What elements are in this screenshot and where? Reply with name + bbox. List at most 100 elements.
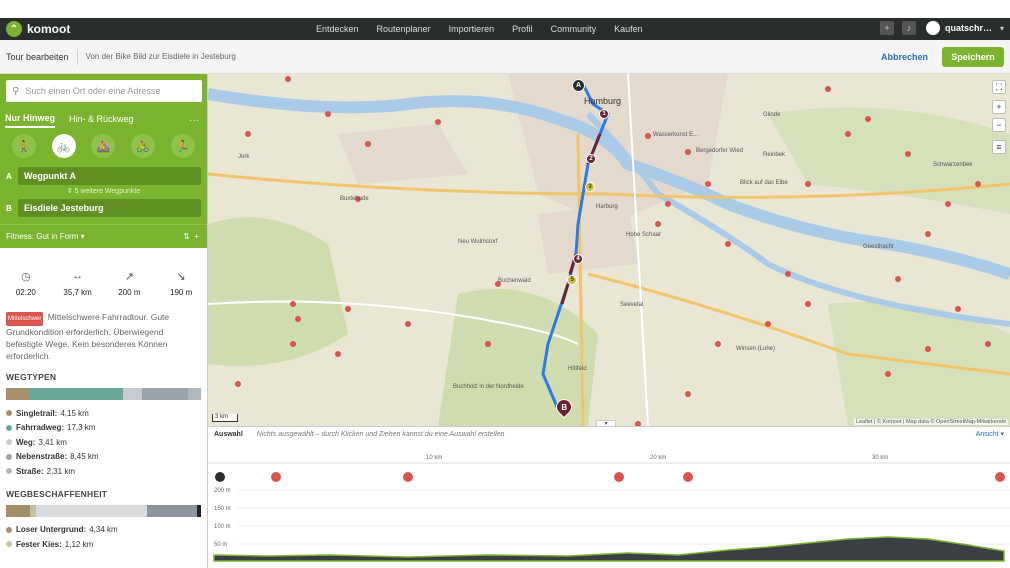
difficulty-description: Mittelschwer Mittelschwere Fahrradtour. … — [0, 301, 207, 362]
chevron-down-icon[interactable]: ▾ — [1000, 24, 1004, 33]
bar-segment[interactable] — [28, 388, 124, 400]
fitness-selector[interactable]: Fitness: Gut in Form ▾ ⇅ + — [0, 224, 207, 248]
tab-hin-rueckweg[interactable]: Hin- & Rückweg — [69, 114, 134, 127]
place-label: Neu Wulmstorf — [458, 239, 498, 245]
bar-segment[interactable] — [146, 504, 197, 517]
more-waypoints-toggle[interactable]: ⇕ 5 weitere Wegpunkte — [6, 186, 201, 198]
map[interactable]: Hamburg Glinde Reinbek Schwarzenbek Wass… — [208, 74, 1010, 426]
running-icon[interactable]: 🏃 — [171, 134, 196, 158]
nav-link-kaufen[interactable]: Kaufen — [614, 24, 643, 34]
komoot-logo-icon: ⌃ — [6, 21, 22, 37]
x-tick-label: 10 km — [426, 455, 442, 461]
legend-row[interactable]: Fahrradweg: 17,3 km — [6, 421, 201, 436]
bar-segment[interactable] — [188, 388, 201, 400]
elevation-profile[interactable]: Auswahl Nichts ausgewählt – durch Klicke… — [208, 426, 1010, 568]
legend-label: Fahrradweg: — [16, 423, 65, 433]
bar-segment[interactable] — [36, 504, 147, 517]
user-name[interactable]: quatschr… — [945, 23, 992, 33]
fullscreen-icon[interactable]: ⛶ — [992, 80, 1006, 94]
nav-link-entdecken[interactable]: Entdecken — [316, 24, 359, 34]
zoom-out-button[interactable]: − — [992, 118, 1006, 132]
legend-value: 4,34 km — [89, 525, 118, 535]
descent-value: 190 m — [170, 288, 193, 297]
bar-segment[interactable] — [196, 504, 201, 517]
page-title: Tour bearbeiten — [6, 51, 69, 62]
view-toggle[interactable]: Ansicht ▾ — [976, 430, 1004, 438]
komoot-logo[interactable]: ⌃ komoot — [6, 21, 96, 37]
bar-segment[interactable] — [142, 388, 189, 400]
nav-link-importieren[interactable]: Importieren — [449, 24, 495, 34]
place-label: Geesthacht — [863, 244, 894, 250]
tour-description[interactable]: Von der Bike Bild zur Eisdiele in Jesteb… — [86, 52, 236, 61]
bar-segment[interactable] — [6, 388, 29, 400]
place-label: Bergedorfer Wied — [696, 148, 744, 154]
cancel-button[interactable]: Abbrechen — [881, 52, 928, 62]
waypoint-b-field[interactable]: Eisdiele Jesteburg — [18, 199, 201, 217]
waypoint-marker[interactable]: 4 — [573, 254, 583, 264]
layers-icon[interactable]: ≡ — [992, 140, 1006, 154]
mountainbike-icon[interactable]: 🚵 — [91, 134, 116, 158]
nav-link-routenplaner[interactable]: Routenplaner — [377, 24, 431, 34]
legend-row[interactable]: Singletrail: 4,15 km — [6, 406, 201, 421]
poi-icon — [403, 472, 413, 482]
add-icon[interactable]: + — [879, 21, 894, 35]
legend-dot-icon — [6, 541, 12, 548]
search-box[interactable]: ⚲ — [6, 80, 202, 102]
bar-segment[interactable] — [123, 388, 143, 400]
waypoint-row-b: B Eisdiele Jesteburg — [6, 198, 201, 218]
legend-label: Nebenstraße: — [16, 452, 68, 462]
waypoint-marker[interactable]: 5 — [567, 275, 577, 285]
place-label: Blick auf das Elbe — [740, 180, 788, 186]
waypoint-letter-a: A — [6, 171, 12, 181]
waypoint-marker[interactable]: 1 — [599, 109, 609, 119]
place-label: Glinde — [763, 112, 781, 118]
legend-row[interactable]: Straße: 2,31 km — [6, 464, 201, 479]
legend-row[interactable]: Weg: 3,41 km — [6, 435, 201, 450]
save-button[interactable]: Speichern — [942, 47, 1004, 67]
place-label: Hohe Schaar — [626, 232, 662, 238]
legend-row[interactable]: Fester Kies: 1,12 km — [6, 537, 201, 552]
map-attribution[interactable]: Leaflet | © Komoot | Map data © OpenStre… — [853, 419, 1008, 425]
bike-icon[interactable]: 🚲 — [51, 134, 76, 158]
hiking-icon[interactable]: 🚶 — [11, 134, 36, 158]
more-options-icon[interactable]: ··· — [189, 115, 199, 126]
place-label: Buchenwald — [498, 278, 531, 284]
legend-row[interactable]: Loser Untergrund: 4,34 km — [6, 523, 201, 538]
tab-nur-hinweg[interactable]: Nur Hinweg — [5, 113, 56, 128]
search-wrap: ⚲ — [0, 74, 207, 110]
search-input[interactable] — [25, 86, 191, 96]
place-label: Harburg — [596, 204, 618, 210]
wegbeschaffenheit-title: WEGBESCHAFFENHEIT — [6, 488, 108, 499]
place-label: Buxtehude — [340, 196, 369, 202]
start-marker[interactable]: A — [572, 79, 585, 92]
nav-link-profil[interactable]: Profil — [512, 24, 533, 34]
wegtypen-bar[interactable] — [6, 388, 201, 400]
start-icon — [215, 472, 225, 482]
elevation-chart[interactable]: 10 km 20 km 30 km 200 m 150 m 100 m 50 m — [208, 447, 1010, 567]
bell-icon[interactable]: ♪ — [901, 21, 916, 35]
legend-label: Loser Untergrund: — [16, 525, 87, 535]
avatar[interactable] — [925, 21, 940, 35]
wegtypen-title: WEGTYPEN — [6, 372, 57, 382]
sort-add-icons[interactable]: ⇅ + — [183, 232, 199, 241]
nav-link-community[interactable]: Community — [551, 24, 597, 34]
planner-sidebar: ⚲ Nur Hinweg Hin- & Rückweg ··· 🚶 🚲 🚵 🚴 … — [0, 74, 208, 568]
poi-icon — [271, 472, 281, 482]
legend-value: 1,12 km — [64, 539, 94, 549]
waypoint-marker[interactable]: 3 — [585, 182, 595, 192]
waypoint-marker[interactable]: 2 — [586, 154, 596, 164]
waypoint-a-field[interactable]: Wegpunkt A — [18, 167, 201, 185]
legend-row[interactable]: Nebenstraße: 8,45 km — [6, 450, 201, 465]
zoom-in-button[interactable]: + — [992, 100, 1006, 114]
komoot-logo-text: komoot — [27, 22, 71, 36]
selection-label: Auswahl — [214, 430, 243, 438]
descent-icon: ↘ — [176, 271, 186, 283]
y-tick-label: 100 m — [214, 524, 231, 530]
fitness-label[interactable]: Fitness: Gut in Form ▾ — [6, 232, 85, 241]
legend-dot-icon — [6, 526, 12, 533]
racebike-icon[interactable]: 🚴 — [131, 134, 156, 158]
elevation-area[interactable] — [213, 536, 1005, 562]
legend-label: Singletrail: — [16, 408, 58, 418]
bar-segment[interactable] — [6, 504, 30, 517]
wegbeschaffenheit-bar[interactable] — [6, 504, 201, 517]
